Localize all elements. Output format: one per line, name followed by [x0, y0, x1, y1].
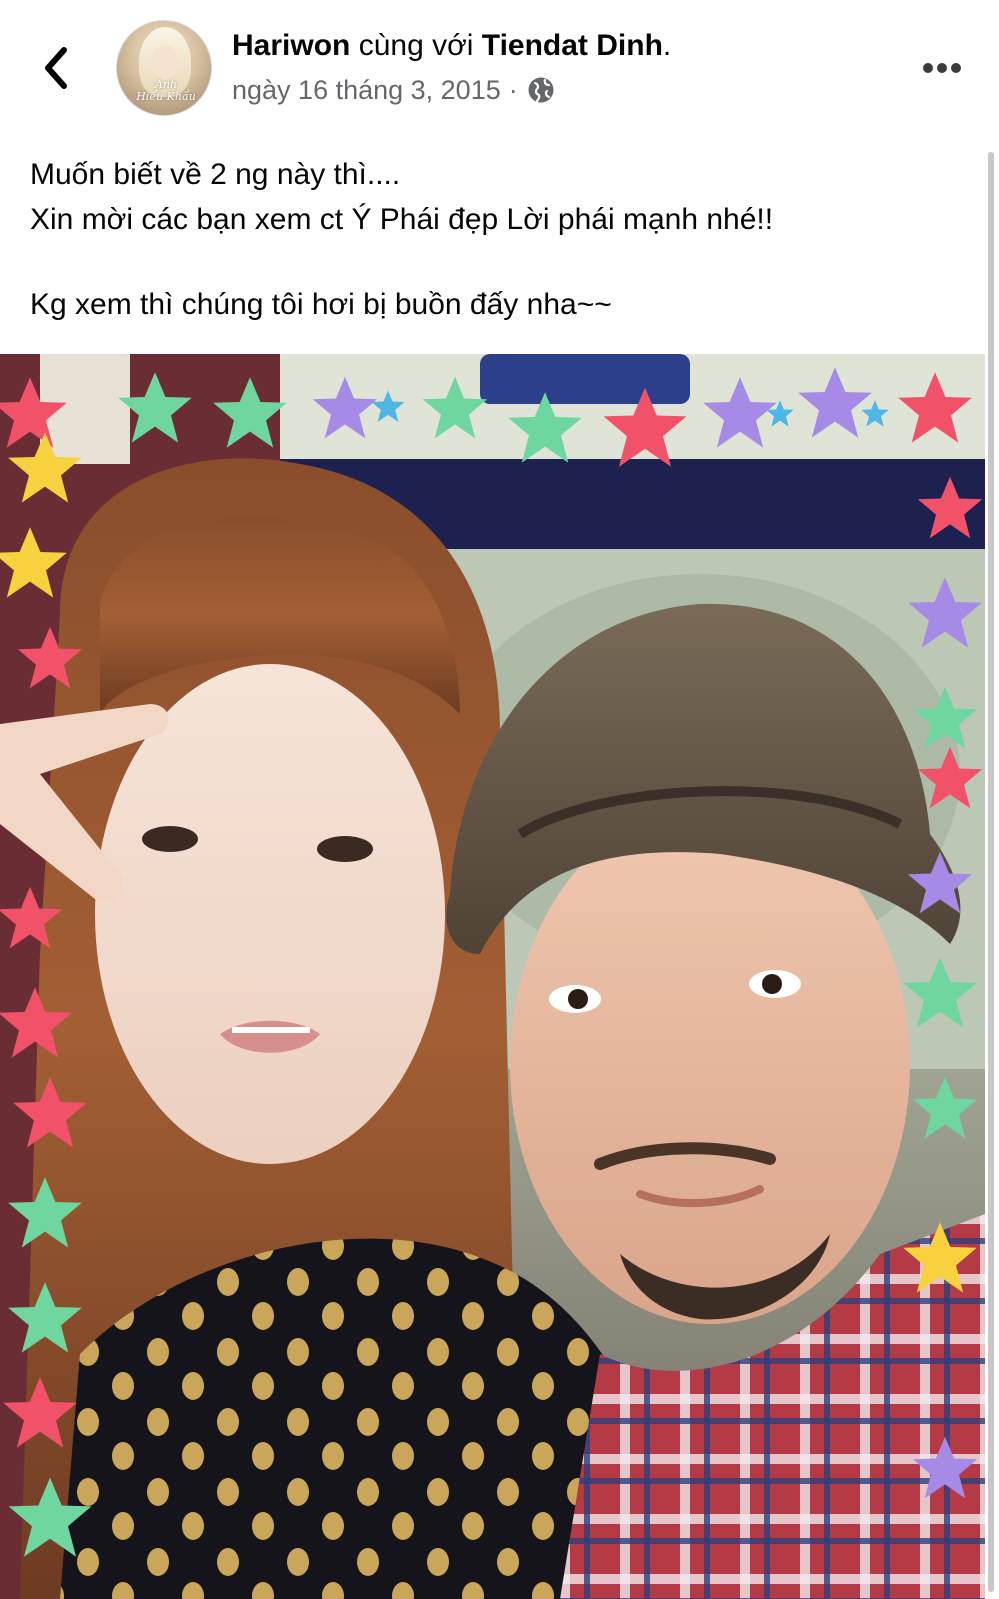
- with-label: cùng với: [358, 29, 474, 62]
- author-line: Hariwon cùng với Tiendat Dinh.: [232, 26, 671, 66]
- avatar-caption: Anh Hiểu Khẩu: [136, 78, 196, 103]
- globe-icon: [528, 77, 554, 103]
- author-name-link[interactable]: Hariwon: [232, 29, 350, 62]
- post-text: Muốn biết về 2 ng này thì.... Xin mời cá…: [30, 152, 970, 327]
- post-date-link[interactable]: ngày 16 tháng 3, 2015: [232, 75, 501, 106]
- more-options-button[interactable]: [918, 52, 966, 84]
- back-button[interactable]: [36, 44, 76, 92]
- post-photo[interactable]: [0, 354, 985, 1599]
- post-header: Anh Hiểu Khẩu Hariwon cùng với Tiendat D…: [0, 0, 999, 130]
- more-horizontal-icon: [923, 63, 961, 73]
- post-text-line: Muốn biết về 2 ng này thì....: [30, 158, 401, 191]
- facebook-post: Anh Hiểu Khẩu Hariwon cùng với Tiendat D…: [0, 0, 999, 1599]
- scrollbar[interactable]: [988, 152, 994, 1592]
- tagged-user-link[interactable]: Tiendat Dinh: [482, 29, 663, 62]
- period: .: [662, 29, 672, 62]
- meta-separator: ·: [508, 74, 518, 105]
- avatar[interactable]: Anh Hiểu Khẩu: [116, 20, 212, 116]
- post-meta: ngày 16 tháng 3, 2015 ·: [232, 72, 556, 108]
- post-text-line: Xin mời các bạn xem ct Ý Phái đẹp Lời ph…: [30, 203, 774, 236]
- post-text-line: Kg xem thì chúng tôi hơi bị buồn đấy nha…: [30, 288, 612, 321]
- chevron-left-icon: [45, 47, 67, 89]
